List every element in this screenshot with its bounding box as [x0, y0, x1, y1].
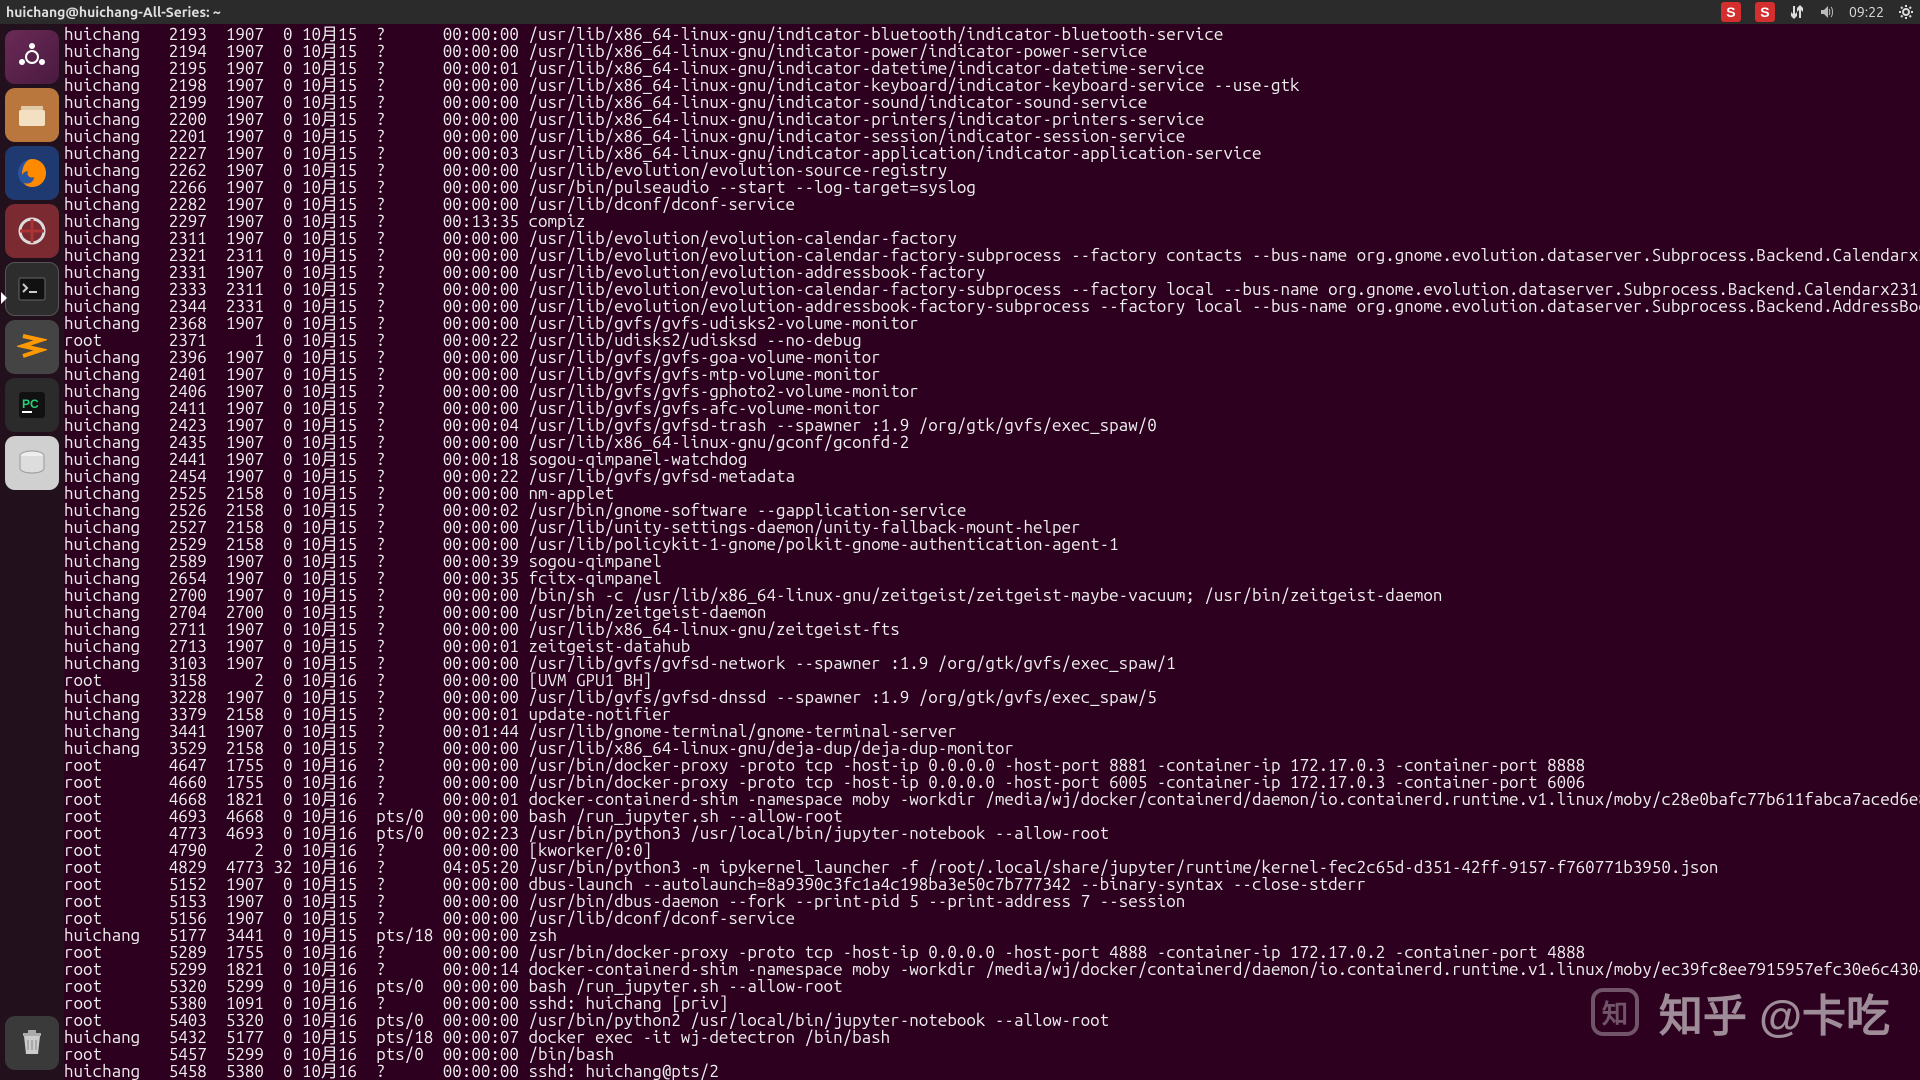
sogou-tray-icon-2[interactable]: S	[1755, 2, 1775, 22]
ps-row: root 4660 1755 0 10月16 ? 00:00:00 /usr/b…	[64, 774, 1920, 791]
unity-launcher: PC	[0, 24, 64, 1080]
ps-row: huichang 2435 1907 0 10月15 ? 00:00:00 /u…	[64, 434, 1920, 451]
ps-row: root 2371 1 0 10月15 ? 00:00:22 /usr/lib/…	[64, 332, 1920, 349]
ps-row: huichang 3228 1907 0 10月15 ? 00:00:00 /u…	[64, 689, 1920, 706]
ps-row: huichang 2344 2331 0 10月15 ? 00:00:00 /u…	[64, 298, 1920, 315]
trash-icon[interactable]	[5, 1016, 59, 1070]
ps-row: huichang 2201 1907 0 10月15 ? 00:00:00 /u…	[64, 128, 1920, 145]
ps-row: root 5156 1907 0 10月15 ? 00:00:00 /usr/l…	[64, 910, 1920, 927]
ps-row: root 5457 5299 0 10月16 pts/0 00:00:00 /b…	[64, 1046, 1920, 1063]
ps-row: huichang 2200 1907 0 10月15 ? 00:00:00 /u…	[64, 111, 1920, 128]
ps-row: huichang 2411 1907 0 10月15 ? 00:00:00 /u…	[64, 400, 1920, 417]
ps-row: root 4829 4773 32 10月16 ? 04:05:20 /usr/…	[64, 859, 1920, 876]
top-panel: huichang@huichang-All-Series: ~ S S 09:2…	[0, 0, 1920, 24]
ps-row: huichang 2297 1907 0 10月15 ? 00:13:35 co…	[64, 213, 1920, 230]
ps-row: huichang 2704 2700 0 10月15 ? 00:00:00 /u…	[64, 604, 1920, 621]
ps-row: huichang 2396 1907 0 10月15 ? 00:00:00 /u…	[64, 349, 1920, 366]
ps-row: huichang 2262 1907 0 10月15 ? 00:00:00 /u…	[64, 162, 1920, 179]
ps-row: root 4647 1755 0 10月16 ? 00:00:00 /usr/b…	[64, 757, 1920, 774]
ps-row: huichang 2454 1907 0 10月15 ? 00:00:22 /u…	[64, 468, 1920, 485]
window-title: huichang@huichang-All-Series: ~	[6, 4, 221, 20]
ps-row: huichang 2700 1907 0 10月15 ? 00:00:00 /b…	[64, 587, 1920, 604]
terminal-output[interactable]: huichang 2193 1907 0 10月15 ? 00:00:00 /u…	[64, 24, 1920, 1080]
ps-row: root 5320 5299 0 10月16 pts/0 00:00:00 ba…	[64, 978, 1920, 995]
ps-row: huichang 2193 1907 0 10月15 ? 00:00:00 /u…	[64, 26, 1920, 43]
ps-row: root 4790 2 0 10月16 ? 00:00:00 [kworker/…	[64, 842, 1920, 859]
ps-row: huichang 2526 2158 0 10月15 ? 00:00:02 /u…	[64, 502, 1920, 519]
pycharm-icon[interactable]: PC	[5, 378, 59, 432]
ps-row: huichang 2195 1907 0 10月15 ? 00:00:01 /u…	[64, 60, 1920, 77]
terminal-icon[interactable]	[5, 262, 59, 316]
ps-row: huichang 2227 1907 0 10月15 ? 00:00:03 /u…	[64, 145, 1920, 162]
disk-icon[interactable]	[5, 436, 59, 490]
active-app-indicator	[1, 292, 7, 304]
ps-row: root 5380 1091 0 10月16 ? 00:00:00 sshd: …	[64, 995, 1920, 1012]
ps-row: root 5152 1907 0 10月15 ? 00:00:00 dbus-l…	[64, 876, 1920, 893]
svg-text:PC: PC	[22, 397, 39, 411]
ps-row: huichang 2423 1907 0 10月15 ? 00:00:04 /u…	[64, 417, 1920, 434]
ps-row: huichang 2529 2158 0 10月15 ? 00:00:00 /u…	[64, 536, 1920, 553]
ps-row: huichang 2654 1907 0 10月15 ? 00:00:35 fc…	[64, 570, 1920, 587]
ps-row: huichang 5458 5380 0 10月16 ? 00:00:00 ss…	[64, 1063, 1920, 1080]
clock[interactable]: 09:22	[1849, 4, 1884, 20]
ps-row: huichang 2282 1907 0 10月15 ? 00:00:00 /u…	[64, 196, 1920, 213]
ps-row: huichang 3441 1907 0 10月15 ? 00:01:44 /u…	[64, 723, 1920, 740]
ps-row: huichang 2525 2158 0 10月15 ? 00:00:00 nm…	[64, 485, 1920, 502]
sogou-tray-icon[interactable]: S	[1721, 2, 1741, 22]
ps-row: root 5299 1821 0 10月16 ? 00:00:14 docker…	[64, 961, 1920, 978]
meld-icon[interactable]	[5, 204, 59, 258]
ps-row: root 4693 4668 0 10月16 pts/0 00:00:00 ba…	[64, 808, 1920, 825]
ps-row: root 5153 1907 0 10月15 ? 00:00:00 /usr/b…	[64, 893, 1920, 910]
ps-row: huichang 2311 1907 0 10月15 ? 00:00:00 /u…	[64, 230, 1920, 247]
ps-row: root 3158 2 0 10月16 ? 00:00:00 [UVM GPU1…	[64, 672, 1920, 689]
gear-icon[interactable]	[1898, 4, 1914, 20]
ps-row: huichang 2321 2311 0 10月15 ? 00:00:00 /u…	[64, 247, 1920, 264]
ps-row: root 5403 5320 0 10月16 pts/0 00:00:00 /u…	[64, 1012, 1920, 1029]
ps-row: huichang 3379 2158 0 10月15 ? 00:00:01 up…	[64, 706, 1920, 723]
ps-row: root 5289 1755 0 10月16 ? 00:00:00 /usr/b…	[64, 944, 1920, 961]
ps-row: huichang 2199 1907 0 10月15 ? 00:00:00 /u…	[64, 94, 1920, 111]
ps-row: huichang 5432 5177 0 10月15 pts/18 00:00:…	[64, 1029, 1920, 1046]
system-tray: S S 09:22	[1721, 2, 1914, 22]
ps-row: huichang 2589 1907 0 10月15 ? 00:00:39 so…	[64, 553, 1920, 570]
files-icon[interactable]	[5, 88, 59, 142]
ps-row: root 4773 4693 0 10月16 pts/0 00:02:23 /u…	[64, 825, 1920, 842]
ps-row: huichang 2368 1907 0 10月15 ? 00:00:00 /u…	[64, 315, 1920, 332]
ps-row: huichang 2333 2311 0 10月15 ? 00:00:00 /u…	[64, 281, 1920, 298]
ps-row: huichang 2527 2158 0 10月15 ? 00:00:00 /u…	[64, 519, 1920, 536]
ps-row: huichang 3103 1907 0 10月15 ? 00:00:00 /u…	[64, 655, 1920, 672]
ps-row: huichang 2198 1907 0 10月15 ? 00:00:00 /u…	[64, 77, 1920, 94]
ps-row: root 4668 1821 0 10月16 ? 00:00:01 docker…	[64, 791, 1920, 808]
ps-row: huichang 2713 1907 0 10月15 ? 00:00:01 ze…	[64, 638, 1920, 655]
ps-row: huichang 2401 1907 0 10月15 ? 00:00:00 /u…	[64, 366, 1920, 383]
network-icon[interactable]	[1789, 4, 1805, 20]
ps-row: huichang 5177 3441 0 10月15 pts/18 00:00:…	[64, 927, 1920, 944]
dash-icon[interactable]	[5, 30, 59, 84]
ps-row: huichang 2194 1907 0 10月15 ? 00:00:00 /u…	[64, 43, 1920, 60]
ps-row: huichang 2711 1907 0 10月15 ? 00:00:00 /u…	[64, 621, 1920, 638]
ps-row: huichang 2441 1907 0 10月15 ? 00:00:18 so…	[64, 451, 1920, 468]
ps-row: huichang 2331 1907 0 10月15 ? 00:00:00 /u…	[64, 264, 1920, 281]
ps-row: huichang 2266 1907 0 10月15 ? 00:00:00 /u…	[64, 179, 1920, 196]
ps-row: huichang 2406 1907 0 10月15 ? 00:00:00 /u…	[64, 383, 1920, 400]
volume-icon[interactable]	[1819, 4, 1835, 20]
ps-row: huichang 3529 2158 0 10月15 ? 00:00:00 /u…	[64, 740, 1920, 757]
sublime-icon[interactable]	[5, 320, 59, 374]
firefox-icon[interactable]	[5, 146, 59, 200]
